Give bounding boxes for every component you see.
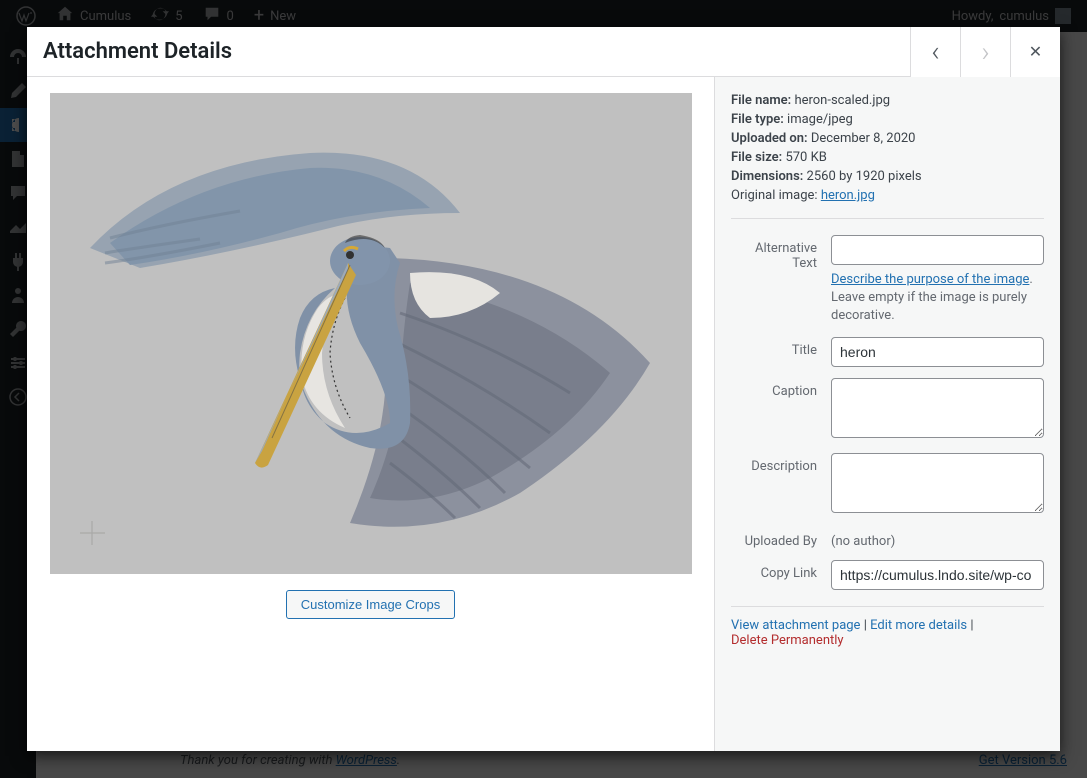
delete-permanently-link[interactable]: Delete Permanently — [731, 633, 844, 648]
caption-setting: Caption — [731, 378, 1044, 442]
file-type-label: File type: — [731, 112, 784, 127]
caption-label: Caption — [731, 378, 831, 399]
attachment-details-modal: Attachment Details ‹ › ✕ — [27, 27, 1060, 751]
attachment-details-pane: File name: heron-scaled.jpg File type: i… — [715, 77, 1060, 751]
dimensions: 2560 by 1920 pixels — [807, 169, 922, 184]
next-attachment-button: › — [960, 27, 1010, 77]
original-image-link[interactable]: heron.jpg — [821, 188, 875, 203]
sep2: | — [967, 618, 973, 633]
title-setting: Title — [731, 337, 1044, 367]
title-label: Title — [731, 337, 831, 358]
title-input[interactable] — [831, 337, 1044, 367]
uploaded-by-setting: Uploaded By (no author) — [731, 528, 1044, 549]
file-details: File name: heron-scaled.jpg File type: i… — [731, 93, 1044, 219]
copy-link-setting: Copy Link — [731, 560, 1044, 590]
description-input[interactable] — [831, 453, 1044, 513]
modal-header: Attachment Details ‹ › ✕ — [27, 27, 1060, 77]
uploaded-by-value: (no author) — [831, 528, 1044, 549]
alt-help-link[interactable]: Describe the purpose of the image — [831, 272, 1029, 287]
view-attachment-page-link[interactable]: View attachment page — [731, 618, 860, 633]
description-setting: Description — [731, 453, 1044, 517]
file-type: image/jpeg — [787, 112, 853, 127]
close-icon: ✕ — [1029, 42, 1042, 61]
uploaded-on-label: Uploaded on: — [731, 131, 808, 146]
alt-text-label: Alternative Text — [731, 235, 831, 271]
file-size: 570 KB — [785, 150, 826, 165]
close-modal-button[interactable]: ✕ — [1010, 27, 1060, 77]
attachment-preview-pane: Customize Image Crops — [27, 77, 715, 751]
attachment-actions: View attachment page | Edit more details… — [731, 606, 1044, 648]
chevron-right-icon: › — [981, 35, 989, 68]
file-name-label: File name: — [731, 93, 791, 108]
original-image-label: Original image: — [731, 188, 821, 203]
modal-title: Attachment Details — [43, 27, 232, 77]
chevron-left-icon: ‹ — [931, 35, 939, 68]
prev-attachment-button[interactable]: ‹ — [910, 27, 960, 77]
modal-nav: ‹ › ✕ — [910, 27, 1060, 77]
alt-text-setting: Alternative Text Describe the purpose of… — [731, 235, 1044, 326]
edit-more-details-link[interactable]: Edit more details — [870, 618, 967, 633]
customize-image-crops-button[interactable]: Customize Image Crops — [286, 590, 455, 619]
attachment-image — [50, 93, 692, 574]
dimensions-label: Dimensions: — [731, 169, 803, 184]
description-label: Description — [731, 453, 831, 474]
file-name: heron-scaled.jpg — [794, 93, 890, 108]
alt-text-input[interactable] — [831, 235, 1044, 265]
uploaded-by-label: Uploaded By — [731, 528, 831, 549]
sep1: | — [860, 618, 870, 633]
caption-input[interactable] — [831, 378, 1044, 438]
file-size-label: File size: — [731, 150, 782, 165]
copy-link-label: Copy Link — [731, 560, 831, 581]
uploaded-on: December 8, 2020 — [811, 131, 916, 146]
copy-link-input[interactable] — [831, 560, 1044, 590]
